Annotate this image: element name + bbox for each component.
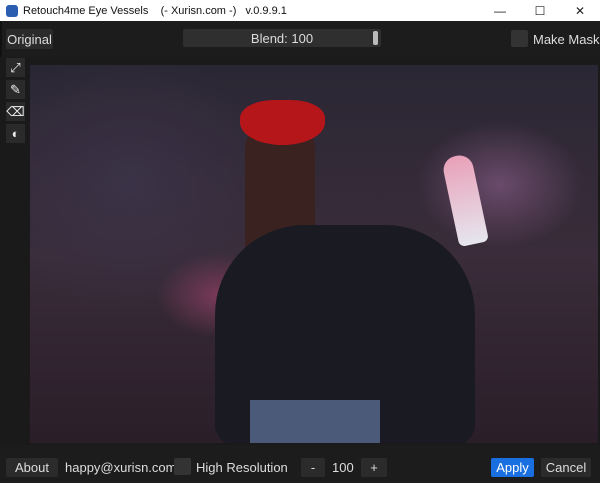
blend-slider-thumb[interactable] (373, 31, 378, 45)
blend-slider[interactable]: Blend: 100 (183, 29, 381, 47)
increase-button[interactable]: + (361, 458, 387, 477)
photo-jeans (250, 400, 380, 443)
minimize-button[interactable]: — (480, 0, 520, 21)
fit-screen-icon[interactable]: ⤢ (6, 58, 25, 77)
cancel-button[interactable]: Cancel (541, 458, 591, 477)
high-resolution-label: High Resolution (196, 460, 288, 475)
email-label: happy@xurisn.com (65, 460, 177, 475)
resolution-value: 100 (332, 460, 354, 475)
maximize-button[interactable]: ☐ (520, 0, 560, 21)
app-logo-icon (6, 4, 18, 17)
brush-icon[interactable]: ✎ (6, 80, 25, 99)
title-bar: Retouch4me Eye Vessels (- Xurisn.com -) … (0, 0, 600, 21)
photo-lightstick (440, 152, 490, 248)
make-mask-checkbox[interactable] (511, 30, 528, 47)
tool-palette: ⤢ ✎ ⌫ ◐ (6, 58, 26, 146)
high-resolution-checkbox[interactable] (174, 458, 191, 475)
apply-button[interactable]: Apply (491, 458, 534, 477)
eraser-icon[interactable]: ⌫ (6, 102, 25, 121)
contrast-icon[interactable]: ◐ (6, 124, 25, 143)
close-button[interactable]: ✕ (560, 0, 600, 21)
window-title: Retouch4me Eye Vessels (- Xurisn.com -) … (23, 4, 287, 17)
decrease-button[interactable]: - (301, 458, 325, 477)
blend-label: Blend: 100 (250, 30, 314, 46)
make-mask-label: Make Mask (533, 32, 600, 47)
photo-red-bow (240, 100, 325, 145)
image-canvas[interactable] (30, 65, 598, 443)
about-button[interactable]: About (6, 458, 58, 477)
original-button[interactable]: Original (6, 29, 53, 49)
